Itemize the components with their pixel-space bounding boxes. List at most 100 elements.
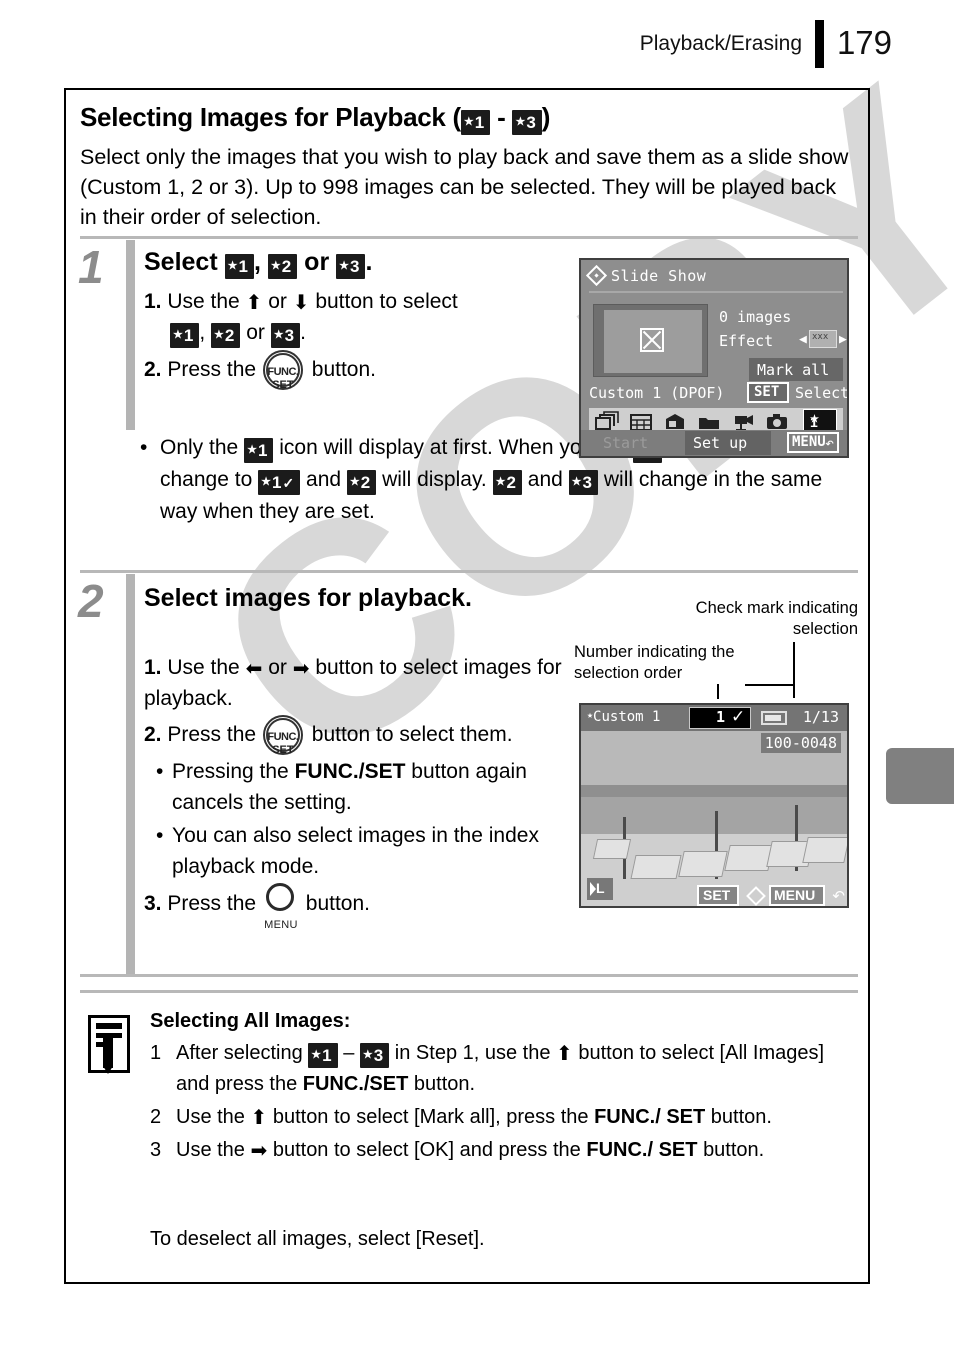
photo-set-key-icon[interactable]: SET	[697, 885, 739, 906]
custom3-badge-icon: ★3	[568, 470, 599, 495]
photo-frame-count: 1/13	[802, 708, 839, 726]
photo-selection-badge: 1 ✓	[689, 707, 751, 729]
arrow-up-icon: ⬆	[250, 1107, 268, 1129]
lcd-slideshow-screenshot: Slide Show 0 images Effect ◀ ▶ Mark all …	[579, 258, 849, 458]
note-final-line: To deselect all images, select [Reset].	[150, 1228, 485, 1250]
effect-prev-arrow-icon[interactable]: ◀	[799, 332, 807, 347]
photo-lounge-chair	[802, 837, 847, 863]
note-title: Selecting All Images:	[150, 1010, 351, 1032]
callout-leader-order	[717, 684, 719, 699]
lcd-start-button[interactable]: Start	[603, 434, 648, 452]
callout-check-mark: Check mark indicating selection	[695, 599, 858, 638]
photo-file-number: 100-0048	[760, 733, 841, 753]
step-2-sub-bullet-1: • Pressing the FUNC./SET button again ca…	[156, 760, 527, 814]
return-arrow-icon: ↶	[832, 888, 845, 905]
step-1-heading: Select ★1, ★2 or ★3.	[144, 246, 564, 280]
step-2-item-3: 3. Press the MENU button.	[144, 883, 564, 931]
lcd-effect-label: Effect	[719, 332, 774, 350]
arrow-down-icon: ⬇	[292, 292, 310, 314]
step-1-bar	[126, 240, 135, 430]
effect-value-icon[interactable]	[809, 330, 837, 348]
note-item-3: 3 Use the ➡ button to select [OK] and pr…	[150, 1139, 765, 1162]
step-2-bar	[126, 574, 135, 974]
page-title-suffix: )	[541, 102, 551, 132]
photo-custom-label: ★Custom 1	[587, 709, 661, 725]
arrow-right-icon: ➡	[250, 1140, 268, 1162]
callout-leader-check	[793, 642, 795, 698]
custom1-badge-icon: ★1	[308, 1043, 338, 1068]
page-title-prefix: Selecting Images for Playback (	[80, 102, 461, 132]
photo-lounge-chair	[630, 855, 682, 879]
note-item-2: 2 Use the ⬆ button to select [Mark all],…	[150, 1106, 772, 1129]
lcd-select-label: Select	[795, 384, 849, 402]
arrow-up-icon: ⬆	[245, 292, 263, 314]
lcd-photo-screenshot: ★Custom 1 1 ✓ 1/13 100-0048 L SET MENU ↶	[579, 703, 849, 908]
step-1-number: 1	[78, 241, 104, 293]
step-2-sub-bullet-2: • You can also select images in the inde…	[156, 824, 539, 878]
battery-icon	[761, 711, 787, 725]
arrow-up-icon: ⬆	[556, 1043, 573, 1065]
custom2-badge-icon: ★2	[492, 470, 522, 495]
no-image-x-icon	[640, 328, 664, 352]
page-number: 179	[836, 24, 892, 61]
custom3-badge-icon: ★3	[336, 254, 366, 279]
return-arrow-icon: ↶	[825, 434, 835, 452]
custom1-badge-icon: ★1	[244, 438, 274, 463]
step-2-item-1: 1. Use the ⬅ or ➡ button to select image…	[144, 656, 562, 710]
note-item-1: 1 After selecting ★1 – ★3 in Step 1, use…	[150, 1042, 825, 1095]
lcd-title-rule	[589, 291, 843, 293]
func-set-button-icon: FUNC. SET	[262, 715, 305, 756]
photo-umbrella-row	[581, 797, 847, 838]
custom3-badge-icon: ★3	[270, 323, 301, 348]
photo-lounge-chair	[678, 851, 728, 877]
step-2-item-2: 2. Press the FUNC. SET button to select …	[144, 715, 564, 756]
step-1-item-2: 2. Press the FUNC. SET button.	[144, 350, 564, 391]
menu-button-icon: MENU	[264, 883, 298, 931]
slideshow-menu-icon	[585, 264, 608, 287]
chapter-index-tab	[886, 748, 954, 804]
header-section-title: Playback/Erasing	[639, 32, 802, 55]
custom2-badge-icon: ★2	[211, 323, 241, 348]
step-2-substeps: 1. Use the ⬅ or ➡ button to select image…	[144, 652, 564, 931]
divider-note-top	[80, 974, 858, 977]
lcd-title: Slide Show	[611, 267, 707, 285]
note-body: 1 After selecting ★1 – ★3 in Step 1, use…	[150, 1038, 850, 1168]
divider-step1	[80, 236, 858, 239]
lcd-setup-button[interactable]: Set up	[685, 431, 771, 455]
custom3-badge-icon: ★3	[359, 1043, 390, 1068]
lcd-set-key-icon: SET	[747, 382, 789, 403]
custom1-badge-icon: ★1	[460, 110, 491, 135]
page-header: Playback/Erasing 179	[0, 0, 954, 88]
func-set-button-icon: FUNC. SET	[262, 350, 305, 391]
photo-menu-key-icon[interactable]: MENU	[769, 885, 825, 906]
photo-lounge-chair	[724, 845, 774, 871]
note-pencil-icon	[88, 1015, 130, 1074]
step-2-heading: Select images for playback.	[144, 584, 472, 612]
lcd-custom-label: Custom 1 (DPOF)	[589, 384, 725, 402]
lcd-mark-all-button[interactable]: Mark all	[749, 358, 843, 381]
page-title-separator: -	[497, 102, 506, 132]
step-2-number: 2	[78, 575, 104, 627]
custom1-checked-badge-icon: ★1✓	[258, 470, 301, 495]
lcd-thumbnail-placeholder	[593, 304, 708, 377]
custom2-badge-icon: ★2	[267, 254, 298, 279]
image-quality-icon: L	[587, 878, 613, 900]
custom1-badge-icon: ★1	[170, 323, 200, 348]
lcd-image-count: 0 images	[719, 308, 792, 326]
step-1-item-1: 1. Use the ⬆ or ⬇ button to select	[144, 290, 458, 314]
lcd-bottom-bar: Start Set up MENU ↶	[581, 430, 847, 456]
step-1-item-1-cont: ★1, ★2 or ★3.	[144, 317, 564, 349]
arrow-left-icon: ⬅	[245, 658, 263, 680]
callout-leader-check-h	[745, 684, 795, 686]
step-1-substeps: 1. Use the ⬆ or ⬇ button to select ★1, ★…	[144, 286, 564, 391]
custom1-badge-icon: ★1	[224, 254, 254, 279]
photo-lounge-chair	[592, 839, 632, 859]
callout-selection-order: Number indicating the selection order	[574, 643, 735, 682]
custom3-badge-icon: ★3	[512, 110, 542, 135]
custom2-badge-icon: ★2	[346, 470, 377, 495]
divider-step2	[80, 570, 858, 573]
content-frame: Selecting Images for Playback (★1 - ★3) …	[64, 88, 870, 1284]
arrow-right-icon: ➡	[292, 658, 310, 680]
section-intro: Select only the images that you wish to …	[80, 145, 849, 229]
effect-next-arrow-icon[interactable]: ▶	[839, 332, 847, 347]
